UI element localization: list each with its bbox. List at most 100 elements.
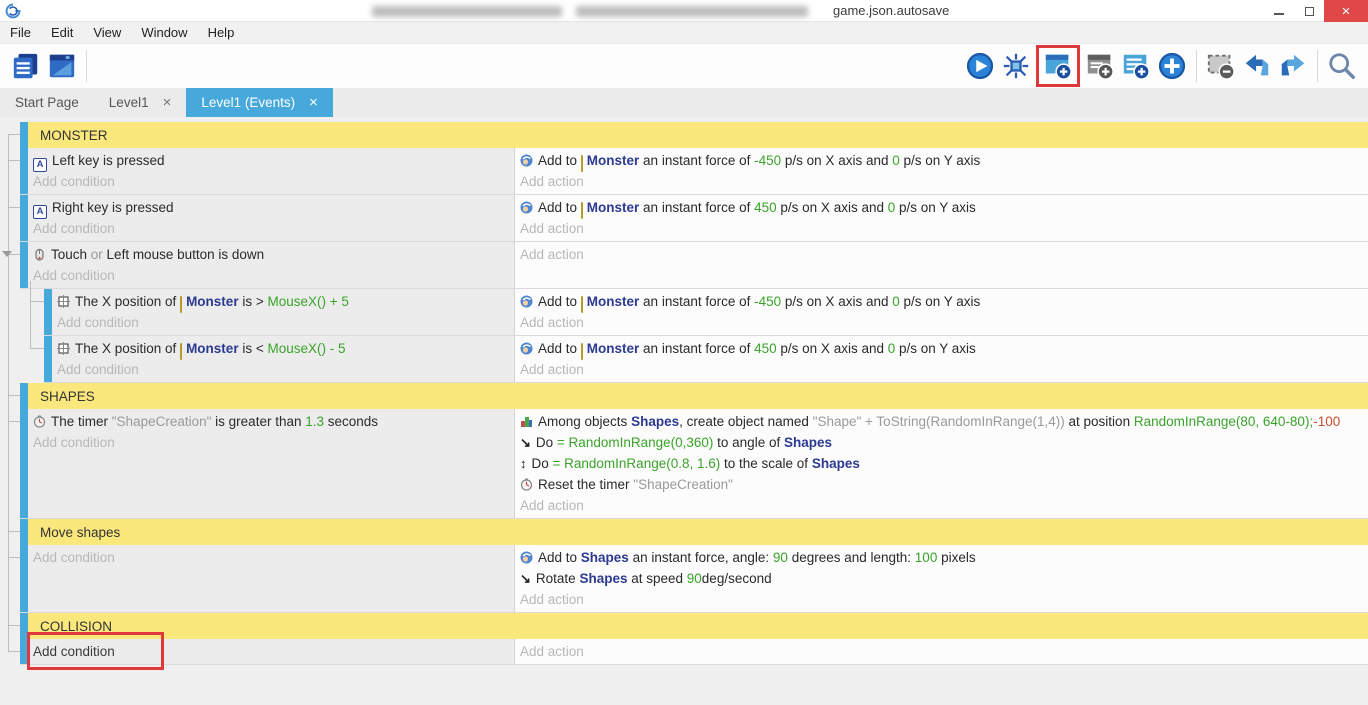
search-icon[interactable]	[1326, 50, 1358, 82]
menu-item-window[interactable]: Window	[131, 25, 197, 40]
menu-item-file[interactable]: File	[0, 25, 41, 40]
tab-level1[interactable]: Level1×	[94, 88, 187, 117]
text-segment: p/s on X axis and	[777, 341, 888, 356]
scale-icon: ↕	[520, 456, 527, 471]
text-segment: an instant force of	[639, 200, 754, 215]
add-comment-icon[interactable]	[1084, 50, 1116, 82]
text-segment: seconds	[324, 414, 378, 429]
event-row[interactable]: ALeft key is pressedAdd conditionAdd to …	[20, 148, 1368, 195]
event-group-move-shapes[interactable]: Move shapes	[20, 519, 1368, 545]
event-bar	[44, 289, 52, 335]
event-bar	[20, 195, 28, 241]
text-segment: Reset the timer	[538, 477, 633, 492]
conditions-cell[interactable]: The X position of Monster is < MouseX() …	[52, 336, 515, 382]
text-segment: MouseX() - 5	[267, 341, 345, 356]
event-group-shapes[interactable]: SHAPES	[20, 383, 1368, 409]
text-segment: an instant force, angle:	[629, 550, 773, 565]
add-other-event-icon[interactable]	[1156, 50, 1188, 82]
text-segment: , create object named	[679, 414, 813, 429]
add-action-button[interactable]: Add action	[520, 312, 1368, 333]
actions-cell[interactable]: Add to Monster an instant force of 450 p…	[515, 336, 1368, 382]
text-segment: -450	[754, 294, 781, 309]
text-segment: Touch	[51, 247, 91, 262]
maximize-button[interactable]	[1294, 0, 1324, 22]
actions-cell[interactable]: Add to Monster an instant force of -450 …	[515, 289, 1368, 335]
create-icon	[520, 415, 533, 428]
minimize-button[interactable]	[1264, 0, 1294, 22]
event-bar	[20, 242, 28, 288]
tab-level1-events-[interactable]: Level1 (Events)×	[186, 88, 333, 117]
redo-icon[interactable]	[1277, 50, 1309, 82]
event-row[interactable]: The X position of Monster is < MouseX() …	[44, 336, 1368, 383]
actions-cell[interactable]: Add to Monster an instant force of 450 p…	[515, 195, 1368, 241]
add-action-button[interactable]: Add action	[520, 244, 1368, 265]
conditions-cell[interactable]: Touch or Left mouse button is downAdd co…	[28, 242, 515, 288]
conditions-cell[interactable]: The timer "ShapeCreation" is greater tha…	[28, 409, 515, 518]
project-manager-icon[interactable]	[10, 50, 42, 82]
add-subevent-icon[interactable]	[1120, 50, 1152, 82]
conditions-cell[interactable]: ARight key is pressedAdd condition	[28, 195, 515, 241]
add-condition-button[interactable]: Add condition	[33, 432, 514, 453]
text-segment: 0	[892, 153, 900, 168]
add-action-button[interactable]: Add action	[520, 359, 1368, 380]
add-condition-button[interactable]: Add condition	[33, 218, 514, 239]
text-segment: p/s on Y axis	[900, 294, 981, 309]
add-action-button[interactable]: Add action	[520, 171, 1368, 192]
add-condition-button[interactable]: Add condition	[33, 265, 514, 286]
add-action-button[interactable]: Add action	[520, 589, 1368, 610]
text-segment: an instant force of	[639, 294, 754, 309]
close-button[interactable]: ×	[1324, 0, 1368, 22]
actions-cell[interactable]: Add action	[515, 639, 1368, 664]
add-action-button[interactable]: Add action	[520, 641, 1368, 662]
undo-icon[interactable]	[1241, 50, 1273, 82]
add-condition-button[interactable]: Add condition	[57, 312, 514, 333]
tab-close-icon[interactable]: ×	[163, 94, 172, 111]
event-row[interactable]: The X position of Monster is > MouseX() …	[44, 289, 1368, 336]
play-icon[interactable]	[964, 50, 996, 82]
event-group-collision[interactable]: COLLISION	[20, 613, 1368, 639]
text-segment: Left key is pressed	[52, 153, 165, 168]
add-event-icon[interactable]	[1042, 50, 1074, 82]
start-page-icon[interactable]	[46, 50, 78, 82]
text-segment: Among objects	[538, 414, 631, 429]
conditions-cell[interactable]: The X position of Monster is > MouseX() …	[52, 289, 515, 335]
add-action-button[interactable]: Add action	[520, 218, 1368, 239]
monster-object-icon	[581, 296, 583, 313]
menu-item-edit[interactable]: Edit	[41, 25, 83, 40]
conditions-cell[interactable]: ALeft key is pressedAdd condition	[28, 148, 515, 194]
event-row[interactable]: Touch or Left mouse button is downAdd co…	[20, 242, 1368, 289]
event-group-monster[interactable]: MONSTER	[20, 122, 1368, 148]
event-group-bar	[20, 383, 28, 409]
text-segment: an instant force of	[639, 341, 754, 356]
text-segment: Add to	[538, 153, 581, 168]
add-condition-button[interactable]: Add condition	[33, 171, 514, 192]
menu-item-help[interactable]: Help	[198, 25, 245, 40]
conditions-cell[interactable]: Add condition	[28, 639, 515, 664]
tab-close-icon[interactable]: ×	[309, 94, 318, 111]
add-condition-button[interactable]: Add condition	[57, 359, 514, 380]
collapse-arrow-icon[interactable]	[2, 251, 12, 257]
actions-cell[interactable]: Add to Monster an instant force of -450 …	[515, 148, 1368, 194]
conditions-cell[interactable]: Add condition	[28, 545, 515, 612]
actions-cell[interactable]: Among objects Shapes, create object name…	[515, 409, 1368, 518]
event-row[interactable]: Add conditionAdd to Shapes an instant fo…	[20, 545, 1368, 613]
delete-event-icon[interactable]	[1205, 50, 1237, 82]
menu-item-view[interactable]: View	[83, 25, 131, 40]
text-segment: is	[239, 341, 256, 356]
add-condition-button[interactable]: Add condition	[33, 547, 514, 568]
debug-icon[interactable]	[1000, 50, 1032, 82]
tab-start-page[interactable]: Start Page	[0, 88, 94, 117]
event-bar	[44, 336, 52, 382]
text-segment: The X position of	[75, 341, 180, 356]
actions-cell[interactable]: Add action	[515, 242, 1368, 288]
event-row[interactable]: ARight key is pressedAdd conditionAdd to…	[20, 195, 1368, 242]
text-segment: The X position of	[75, 294, 180, 309]
event-row[interactable]: Add condition Add action	[20, 639, 1368, 665]
add-condition-button[interactable]: Add condition	[33, 641, 514, 662]
text-segment: p/s on Y axis	[895, 341, 976, 356]
object-name: Shapes	[579, 571, 627, 586]
text-segment: Do	[532, 456, 553, 471]
event-row[interactable]: The timer "ShapeCreation" is greater tha…	[20, 409, 1368, 519]
actions-cell[interactable]: Add to Shapes an instant force, angle: 9…	[515, 545, 1368, 612]
add-action-button[interactable]: Add action	[520, 495, 1368, 516]
